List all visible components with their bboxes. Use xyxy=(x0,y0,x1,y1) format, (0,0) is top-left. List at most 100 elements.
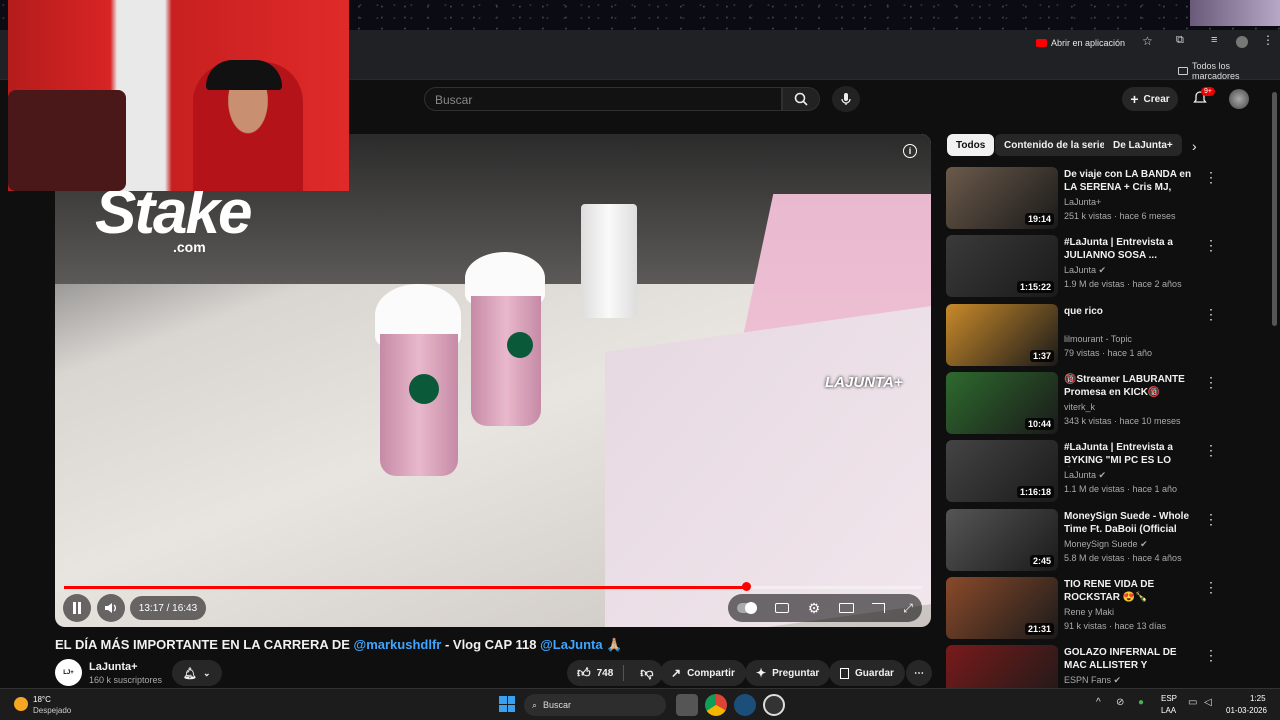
like-button[interactable]: 👍︎ 748 xyxy=(567,665,625,681)
language-secondary[interactable]: LAA xyxy=(1161,706,1176,715)
more-options-icon[interactable]: ⋮ xyxy=(1204,647,1218,664)
mention-lajunta[interactable]: @LaJunta xyxy=(540,637,603,652)
recommendation-thumbnail[interactable]: 2:45 xyxy=(946,509,1058,571)
recommendation-thumbnail[interactable]: 19:14 xyxy=(946,167,1058,229)
microphone-tray-icon[interactable]: ● xyxy=(1138,697,1144,708)
task-view-icon[interactable] xyxy=(676,694,698,716)
page-scrollbar[interactable] xyxy=(1272,92,1277,326)
app-icon[interactable] xyxy=(763,694,785,716)
profile-icon[interactable] xyxy=(1236,36,1248,48)
save-button[interactable]: Guardar xyxy=(829,660,905,686)
settings-gear-icon[interactable]: ⚙ xyxy=(808,600,821,617)
chip-from-lajunta[interactable]: De LaJunta+ xyxy=(1104,134,1182,156)
steam-icon[interactable] xyxy=(734,694,756,716)
recommendation-channel[interactable]: LaJunta ✔ xyxy=(1064,470,1106,481)
more-actions-button[interactable]: ⋯ xyxy=(906,660,932,686)
tray-chevron-up-icon[interactable]: ^ xyxy=(1096,697,1101,708)
video-player[interactable]: Stake .com LAJUNTA+ i xyxy=(55,134,931,627)
recommendation-thumbnail[interactable]: 10:44 xyxy=(946,372,1058,434)
recommendation-thumbnail[interactable]: 1:15:22 xyxy=(946,235,1058,297)
recommendation-title[interactable]: #LaJunta | Entrevista a BYKING "MI PC ES… xyxy=(1064,441,1202,467)
recommendation-title[interactable]: #LaJunta | Entrevista a JULIANNO SOSA ..… xyxy=(1064,236,1202,262)
like-count: 748 xyxy=(596,667,614,679)
bookmark-icon xyxy=(840,667,849,679)
voice-search-button[interactable] xyxy=(832,86,860,112)
recommendation-item[interactable]: 1:16:18 #LaJunta | Entrevista a BYKING "M… xyxy=(946,440,1266,504)
video-progress-bar[interactable] xyxy=(64,586,922,589)
chrome-icon[interactable] xyxy=(705,694,727,716)
recommendation-item[interactable]: 1:37 que rico lilmourant - Topic 79 vistas … xyxy=(946,304,1266,368)
recommendation-item[interactable]: 10:44 🔞Streamer LABURANTE Promesa en KICK… xyxy=(946,372,1266,436)
windows-start-icon[interactable] xyxy=(499,696,515,712)
recommendation-channel[interactable]: Rene y Maki xyxy=(1064,607,1114,617)
recommendation-channel[interactable]: LaJunta+ xyxy=(1064,197,1101,207)
recommendation-item[interactable]: 1:15:22 #LaJunta | Entrevista a JULIANNO … xyxy=(946,235,1266,299)
recommendation-title[interactable]: TIO RENE VIDA DE ROCKSTAR 😍🍾 xyxy=(1064,578,1202,604)
more-options-icon[interactable]: ⋮ xyxy=(1204,374,1218,391)
more-options-icon[interactable]: ⋮ xyxy=(1204,306,1218,323)
recommendation-thumbnail[interactable]: 1:16:18 xyxy=(946,440,1058,502)
more-options-icon[interactable]: ⋮ xyxy=(1204,169,1218,186)
notifications-button[interactable]: 9+ xyxy=(1192,87,1215,108)
autoplay-toggle[interactable] xyxy=(737,602,758,614)
weather-temp[interactable]: 18°C xyxy=(33,695,51,704)
weather-condition[interactable]: Despejado xyxy=(33,706,71,715)
subscription-bell-button[interactable]: 🔔︎ ⌄ xyxy=(172,660,222,686)
share-button[interactable]: ↗ Compartir xyxy=(660,660,746,686)
language-primary[interactable]: ESP xyxy=(1161,694,1177,703)
recommendation-title[interactable]: 🔞Streamer LABURANTE Promesa en KICK🔞 xyxy=(1064,373,1202,399)
recommendation-duration: 1:15:22 xyxy=(1016,281,1054,293)
chip-all[interactable]: Todos xyxy=(947,134,995,156)
clock-time[interactable]: 1:25 xyxy=(1250,694,1266,703)
browser-profile-thumb[interactable] xyxy=(1190,0,1280,26)
recommendation-channel[interactable]: ESPN Fans ✔ xyxy=(1064,675,1121,686)
network-icon[interactable]: ⊘ xyxy=(1116,697,1124,708)
cast-icon[interactable] xyxy=(871,603,885,613)
mention-markushdlfr[interactable]: @markushdlfr xyxy=(354,637,442,652)
recommendation-item[interactable]: 19:14 De viaje con LA BANDA en LA SERENA … xyxy=(946,167,1266,231)
chevron-right-icon[interactable]: › xyxy=(1192,138,1197,154)
more-options-icon[interactable]: ⋮ xyxy=(1204,237,1218,254)
open-in-app-button[interactable]: Abrir en aplicación xyxy=(1036,35,1125,51)
recommendation-channel[interactable]: lilmourant - Topic xyxy=(1064,334,1132,344)
create-button[interactable]: + Crear xyxy=(1122,87,1178,111)
avatar[interactable] xyxy=(1229,89,1249,109)
recommendation-thumbnail[interactable]: 21:31 xyxy=(946,577,1058,639)
subtitles-icon[interactable] xyxy=(775,603,790,613)
ask-button[interactable]: ✦ Preguntar xyxy=(745,660,831,686)
recommendation-item[interactable]: 2:45 MoneySign Suede - Whole Time Ft. DaB… xyxy=(946,509,1266,573)
fullscreen-icon[interactable]: ⤢ xyxy=(903,601,913,616)
more-options-icon[interactable]: ⋮ xyxy=(1204,511,1218,528)
clock-date[interactable]: 01-03-2026 xyxy=(1226,706,1267,715)
browser-menu-icon[interactable]: ⋮ xyxy=(1262,33,1274,47)
bookmark-star-icon[interactable]: ☆ xyxy=(1142,34,1153,48)
recommendation-channel[interactable]: viterk_k xyxy=(1064,402,1095,412)
recommendation-title[interactable]: MoneySign Suede - Whole Time Ft. DaBoii … xyxy=(1064,510,1202,536)
channel-avatar[interactable]: LJ+ xyxy=(55,659,82,686)
media-control-icon[interactable]: ≡ xyxy=(1211,34,1217,46)
search-input[interactable]: Buscar xyxy=(424,87,782,111)
chip-series-content[interactable]: Contenido de la serie xyxy=(995,134,1115,156)
extensions-icon[interactable]: ⧉ xyxy=(1176,34,1184,47)
theater-mode-icon[interactable] xyxy=(838,603,854,613)
recommendation-title[interactable]: GOLAZO INFERNAL DE MAC ALLISTER Y PARTID… xyxy=(1064,646,1202,672)
recommendation-channel[interactable]: LaJunta ✔ xyxy=(1064,265,1106,276)
search-button[interactable] xyxy=(782,87,820,111)
info-icon[interactable]: i xyxy=(903,144,917,158)
taskbar-search[interactable]: ⌕ Buscar xyxy=(524,694,666,716)
pause-button[interactable] xyxy=(63,594,91,622)
recommendation-item[interactable]: 21:31 TIO RENE VIDA DE ROCKSTAR 😍🍾 Rene y … xyxy=(946,577,1266,641)
dislike-button[interactable]: 👎︎ xyxy=(630,665,663,681)
more-options-icon[interactable]: ⋮ xyxy=(1204,579,1218,596)
recommendation-thumbnail[interactable]: 1:37 xyxy=(946,304,1058,366)
speaker-icon[interactable]: ◁ xyxy=(1204,697,1212,708)
recommendation-title[interactable]: que rico xyxy=(1064,305,1202,318)
recommendation-title[interactable]: De viaje con LA BANDA en LA SERENA + Cri… xyxy=(1064,168,1202,194)
all-bookmarks-button[interactable]: Todos los marcadores xyxy=(1178,61,1280,81)
volume-button[interactable] xyxy=(97,594,125,622)
more-options-icon[interactable]: ⋮ xyxy=(1204,442,1218,459)
wifi-icon[interactable]: ▭ xyxy=(1188,697,1197,708)
recommendation-channel[interactable]: MoneySign Suede ✔ xyxy=(1064,539,1148,550)
channel-name[interactable]: LaJunta+ xyxy=(89,661,138,673)
thumbs-up-icon: 👍︎ xyxy=(577,665,591,680)
